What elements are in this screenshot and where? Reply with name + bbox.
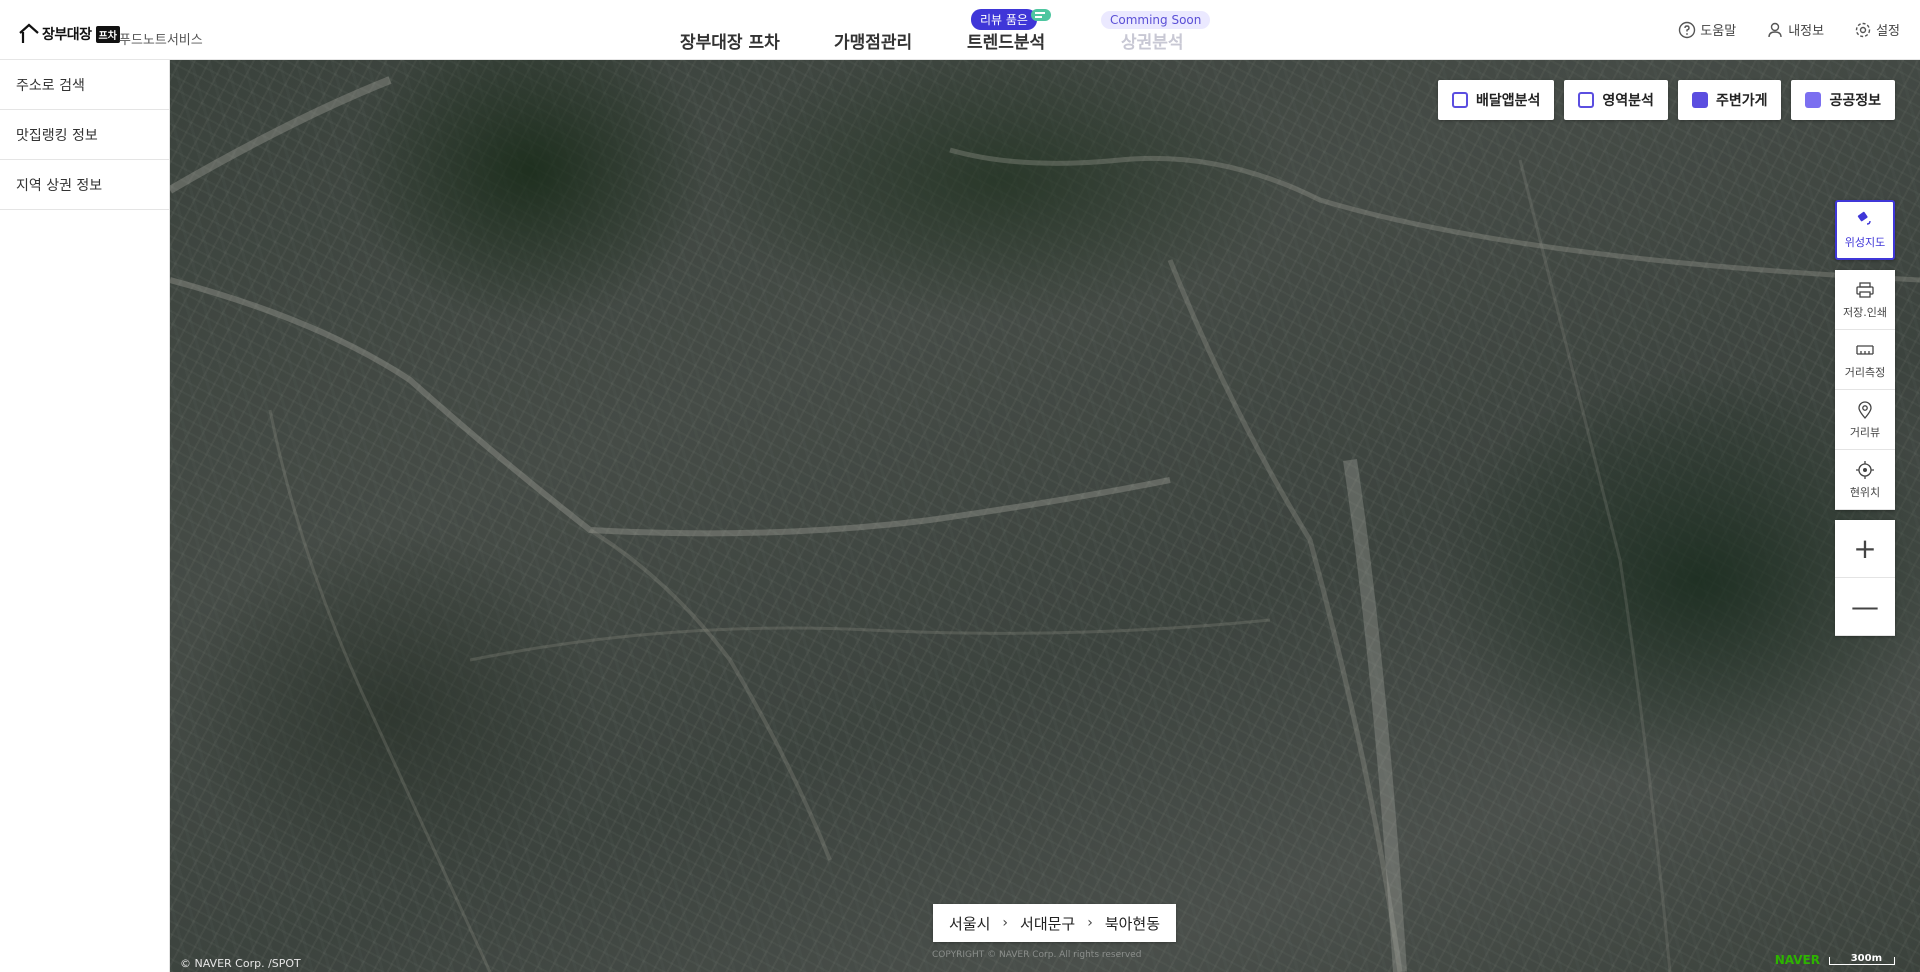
public-info-button[interactable]: 공공정보 [1791, 80, 1895, 120]
sidebar-item-address-search[interactable]: 주소로 검색 [0, 60, 169, 110]
chat-bubble-icon [1031, 9, 1051, 21]
area-analysis-icon [1578, 92, 1595, 108]
chevron-right-icon: › [1087, 915, 1093, 931]
main-nav: 장부대장 프차 가맹점관리 트렌드분석 상권분석 [0, 28, 1920, 53]
current-location-button[interactable]: 현위치 [1835, 450, 1895, 510]
delivery-analysis-icon [1452, 92, 1468, 108]
user-icon [1768, 22, 1782, 37]
satellite-map-label: 위성지도 [1844, 236, 1886, 249]
public-info-icon [1805, 92, 1822, 108]
scale-bar [1829, 957, 1895, 965]
help-label: 도움말 [1700, 24, 1737, 39]
naver-logo: NAVER [1774, 953, 1820, 967]
public-info-label: 공공정보 [1829, 93, 1881, 109]
review-badge: 리뷰 품은 [971, 9, 1037, 30]
distance-measure-button[interactable]: 거리측정 [1835, 330, 1895, 390]
help-button[interactable]: 도움말 [1678, 20, 1736, 39]
delivery-analysis-button[interactable]: 배달앱분석 [1438, 80, 1555, 120]
left-sidebar: 주소로 검색 맛집랭킹 정보 지역 상권 정보 [0, 60, 170, 972]
area-analysis-label: 영역분석 [1602, 93, 1654, 109]
save-print-button[interactable]: 저장.인쇄 [1835, 270, 1895, 330]
nav-item-commercial-analysis[interactable]: 상권분석 [1121, 28, 1184, 53]
sidebar-item-restaurant-ranking[interactable]: 맛집랭킹 정보 [0, 110, 169, 160]
nav-item-franchise[interactable]: 장부대장 프차 [680, 28, 780, 53]
store-icon [1691, 92, 1708, 108]
ruler-icon [1856, 344, 1874, 355]
area-analysis-button[interactable]: 영역분석 [1564, 80, 1668, 120]
map-tool-group: 저장.인쇄 거리측정 거리뷰 현위치 [1835, 270, 1895, 510]
breadcrumb-neighborhood[interactable]: 북아현동 [1105, 913, 1160, 934]
nearby-stores-label: 주변가게 [1715, 93, 1768, 109]
map-copyright: © NAVER Corp. /SPOT [180, 957, 301, 970]
current-location-label: 현위치 [1849, 485, 1881, 499]
zoom-out-button[interactable]: — [1835, 578, 1895, 636]
my-info-button[interactable]: 내정보 [1766, 20, 1824, 39]
settings-label: 설정 [1876, 24, 1900, 39]
save-print-label: 저장.인쇄 [1843, 305, 1887, 319]
map-copyright-center: COPYRIGHT © NAVER Corp. All rights reser… [932, 950, 1142, 960]
top-header: 장부대장 프차 푸드노트서비스 장부대장 프차 가맹점관리 트렌드분석 상권분석… [0, 0, 1920, 60]
distance-measure-label: 거리측정 [1844, 365, 1886, 379]
sidebar-item-local-commercial[interactable]: 지역 상권 정보 [0, 160, 169, 210]
crosshair-icon [1856, 460, 1874, 479]
gear-icon [1855, 22, 1871, 37]
settings-button[interactable]: 설정 [1854, 20, 1900, 39]
breadcrumb-district[interactable]: 서대문구 [1020, 913, 1075, 934]
zoom-in-button[interactable]: + [1835, 520, 1895, 578]
satellite-icon [1857, 211, 1871, 225]
my-info-label: 내정보 [1788, 24, 1825, 39]
help-circle-icon [1679, 21, 1696, 38]
breadcrumb-city[interactable]: 서울시 [949, 913, 990, 934]
map-side-tools: 위성지도 저장.인쇄 거리측정 거리뷰 현위치 + — [1835, 200, 1895, 646]
street-view-label: 거리뷰 [1849, 425, 1881, 439]
map-roads [170, 76, 1920, 972]
coming-soon-badge: Comming Soon [1101, 11, 1211, 29]
nearby-stores-button[interactable]: 주변가게 [1677, 80, 1782, 120]
nav-item-store-management[interactable]: 가맹점관리 [834, 28, 912, 53]
location-pin-icon [1858, 400, 1872, 419]
print-icon [1856, 281, 1874, 298]
satellite-map-button[interactable]: 위성지도 [1835, 200, 1895, 260]
chevron-right-icon: › [1002, 915, 1009, 931]
map-top-tools: 배달앱분석 영역분석 주변가게 공공정보 [1438, 80, 1895, 120]
street-view-button[interactable]: 거리뷰 [1835, 390, 1895, 450]
delivery-analysis-label: 배달앱분석 [1476, 93, 1541, 109]
nav-item-trend-analysis[interactable]: 트렌드분석 [967, 28, 1045, 53]
satellite-map[interactable]: 배달앱분석 영역분석 주변가게 공공정보 위성지도 저장.인쇄 거리측정 거리뷰… [170, 60, 1920, 972]
header-utilities: 도움말 내정보 설정 [1678, 20, 1900, 39]
location-breadcrumb: 서울시 › 서대문구 › 북아현동 [933, 904, 1177, 942]
zoom-controls: + — [1835, 520, 1895, 636]
